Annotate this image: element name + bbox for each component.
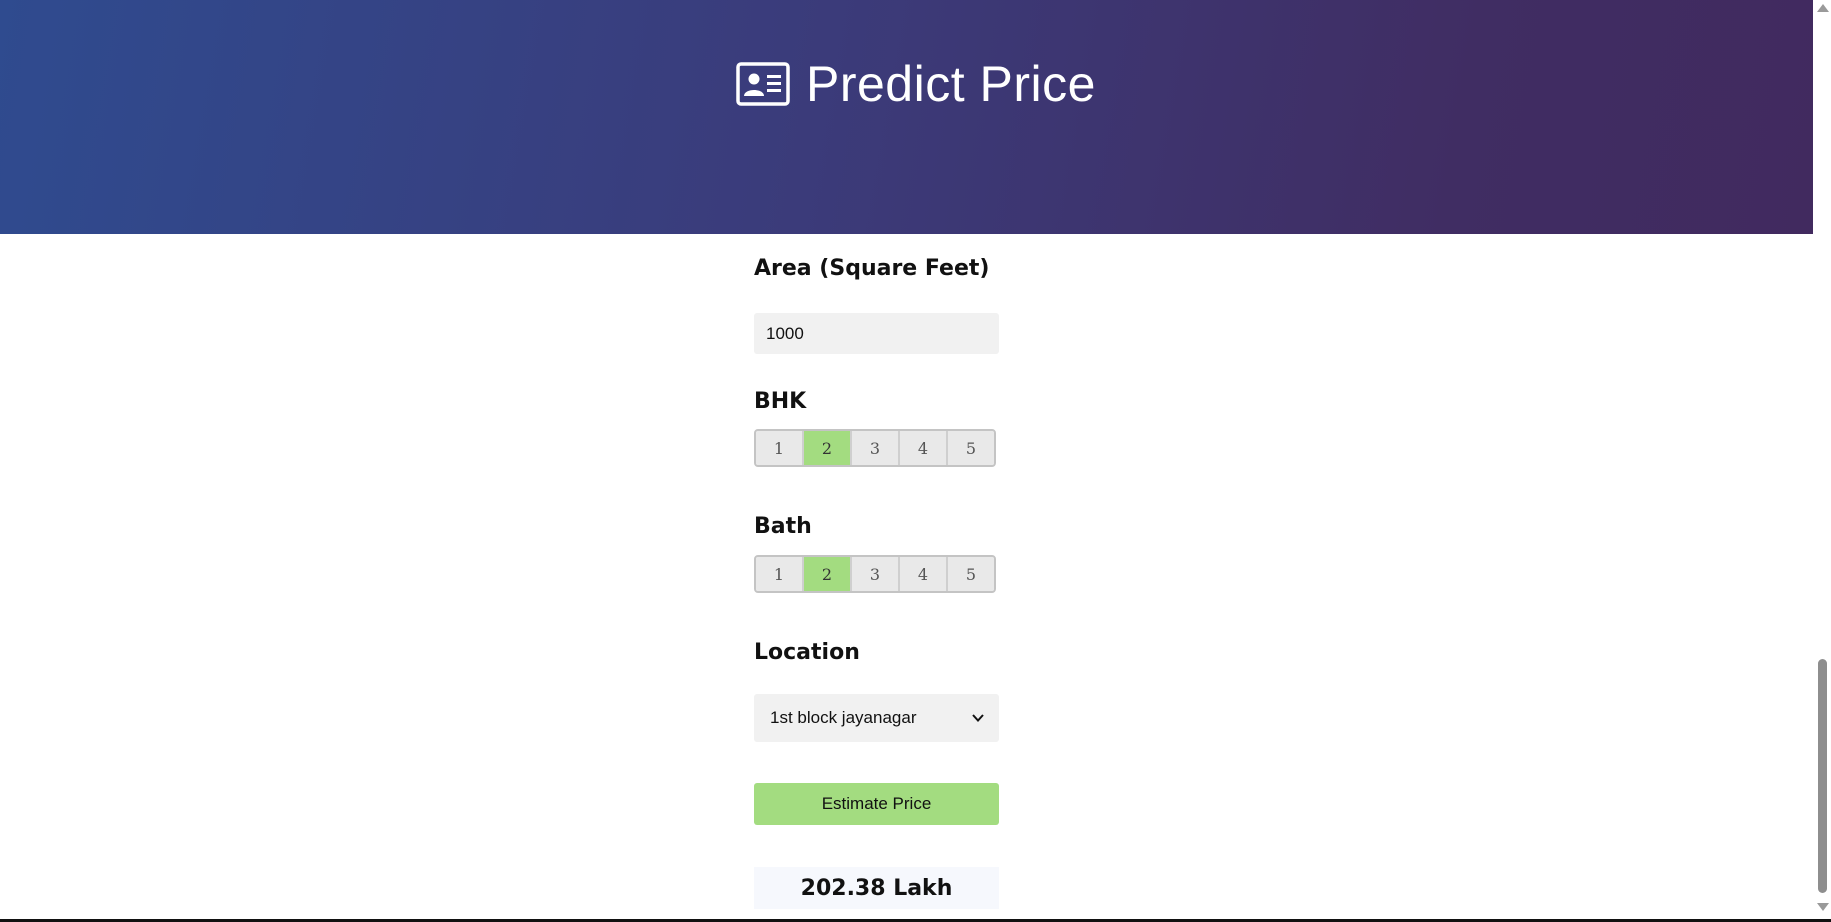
header-banner: Predict Price	[0, 0, 1813, 234]
bhk-option-5[interactable]: 5	[948, 431, 994, 465]
estimate-price-button[interactable]: Estimate Price	[754, 783, 999, 825]
scroll-up-arrow-icon[interactable]	[1817, 4, 1829, 12]
scroll-down-arrow-icon[interactable]	[1817, 903, 1829, 911]
page-title-text: Predict Price	[806, 56, 1096, 112]
bath-option-5[interactable]: 5	[948, 557, 994, 591]
id-card-icon	[736, 62, 790, 106]
bhk-label: BHK	[754, 389, 807, 414]
bhk-option-1[interactable]: 1	[756, 431, 804, 465]
scrollbar-thumb[interactable]	[1818, 659, 1827, 893]
location-label: Location	[754, 640, 860, 665]
page-title: Predict Price	[736, 52, 1096, 116]
page-viewport: Predict Price Area (Square Feet) BHK 123…	[0, 0, 1813, 919]
vertical-scrollbar[interactable]	[1813, 0, 1831, 919]
bath-option-3[interactable]: 3	[852, 557, 900, 591]
location-select-value: 1st block jayanagar	[770, 708, 917, 727]
area-label: Area (Square Feet)	[754, 256, 990, 281]
bhk-selector: 12345	[754, 429, 996, 467]
bath-selector: 12345	[754, 555, 996, 593]
location-select[interactable]: 1st block jayanagar	[754, 694, 999, 742]
bhk-option-2[interactable]: 2	[804, 431, 852, 465]
bath-label: Bath	[754, 514, 812, 539]
price-result: 202.38 Lakh	[754, 867, 999, 909]
area-input[interactable]	[754, 313, 999, 354]
bath-option-2[interactable]: 2	[804, 557, 852, 591]
bath-option-4[interactable]: 4	[900, 557, 948, 591]
chevron-down-icon	[972, 714, 984, 722]
bhk-option-3[interactable]: 3	[852, 431, 900, 465]
bhk-option-4[interactable]: 4	[900, 431, 948, 465]
bath-option-1[interactable]: 1	[756, 557, 804, 591]
